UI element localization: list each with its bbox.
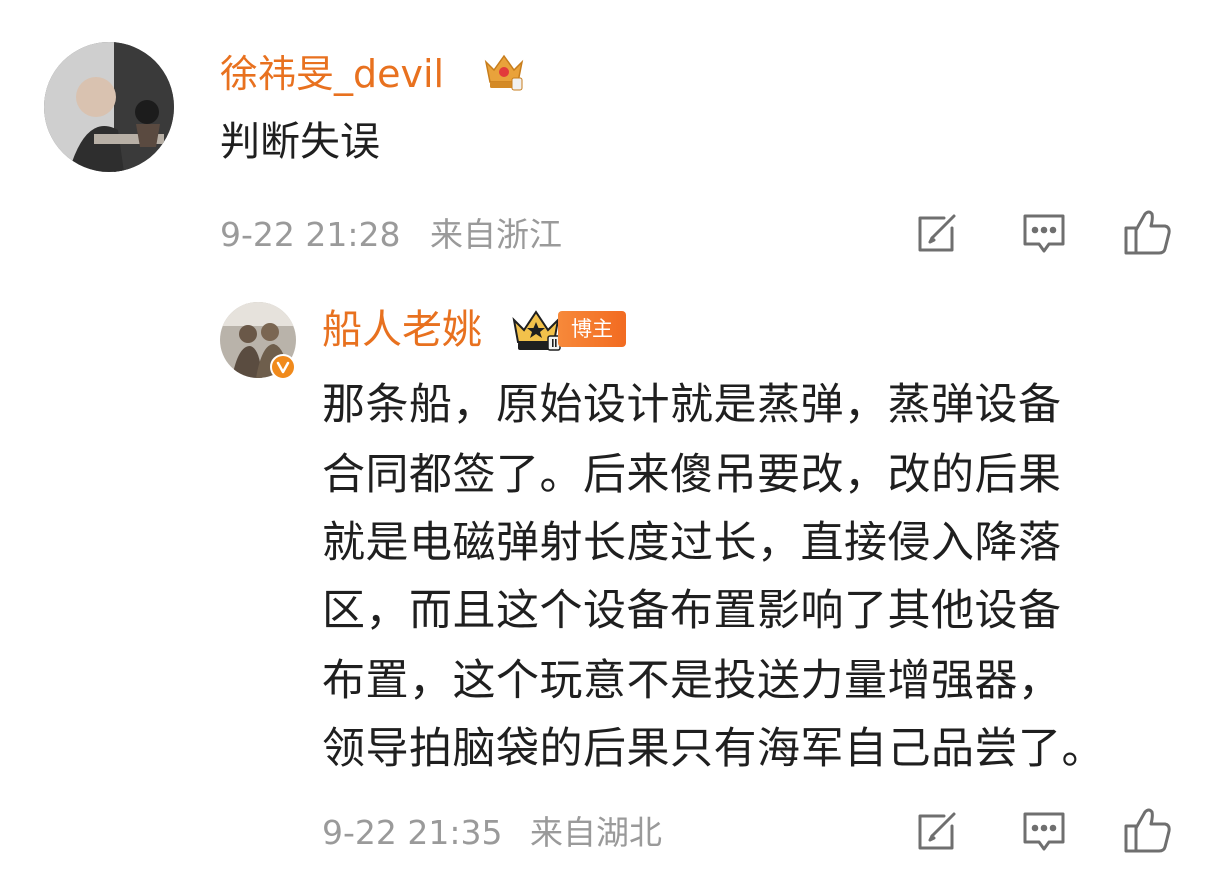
comment-avatar[interactable] [44,42,174,172]
reply-text-line: 就是电磁弹射长度过长，直接侵入降落 [322,518,1062,568]
reply-reply-button[interactable] [1016,804,1072,860]
comment-timestamp: 9-22 21:28 [220,215,401,254]
blogger-badge: 博主 [558,311,626,347]
like-icon [1123,806,1173,854]
reply-text-line: 合同都签了。后来傻吊要改，改的后果 [322,450,1062,500]
comment-text: 判断失误 [220,119,380,165]
crown-vip-icon [482,48,526,92]
crown-level-icon [510,306,562,352]
reply-text-line: 区，而且这个设备布置影响了其他设备 [322,586,1062,636]
reply-text-line: 领导拍脑袋的后果只有海军自己品尝了。 [322,724,1105,774]
like-icon [1123,208,1173,256]
reply-like-button[interactable] [1120,802,1176,858]
reply-timestamp: 9-22 21:35 [322,813,503,852]
reply-text-line: 布置，这个玩意不是投送力量增强器， [322,656,1062,706]
share-icon [914,212,958,256]
comment-share-button[interactable] [908,206,964,262]
share-icon [914,810,958,854]
comment-like-button[interactable] [1120,204,1176,260]
reply-text-line: 那条船，原始设计就是蒸弹，蒸弹设备 [322,380,1062,430]
reply-share-button[interactable] [908,804,964,860]
verified-badge-icon [270,354,296,380]
comment-reply-button[interactable] [1016,206,1072,262]
reply-icon [1021,212,1067,256]
reply-icon [1021,810,1067,854]
reply-location: 来自湖北 [530,813,662,852]
comment-username[interactable]: 徐祎旻_devil [220,55,444,93]
reply-username[interactable]: 船人老姚 [322,310,482,350]
comment-location: 来自浙江 [430,215,562,254]
